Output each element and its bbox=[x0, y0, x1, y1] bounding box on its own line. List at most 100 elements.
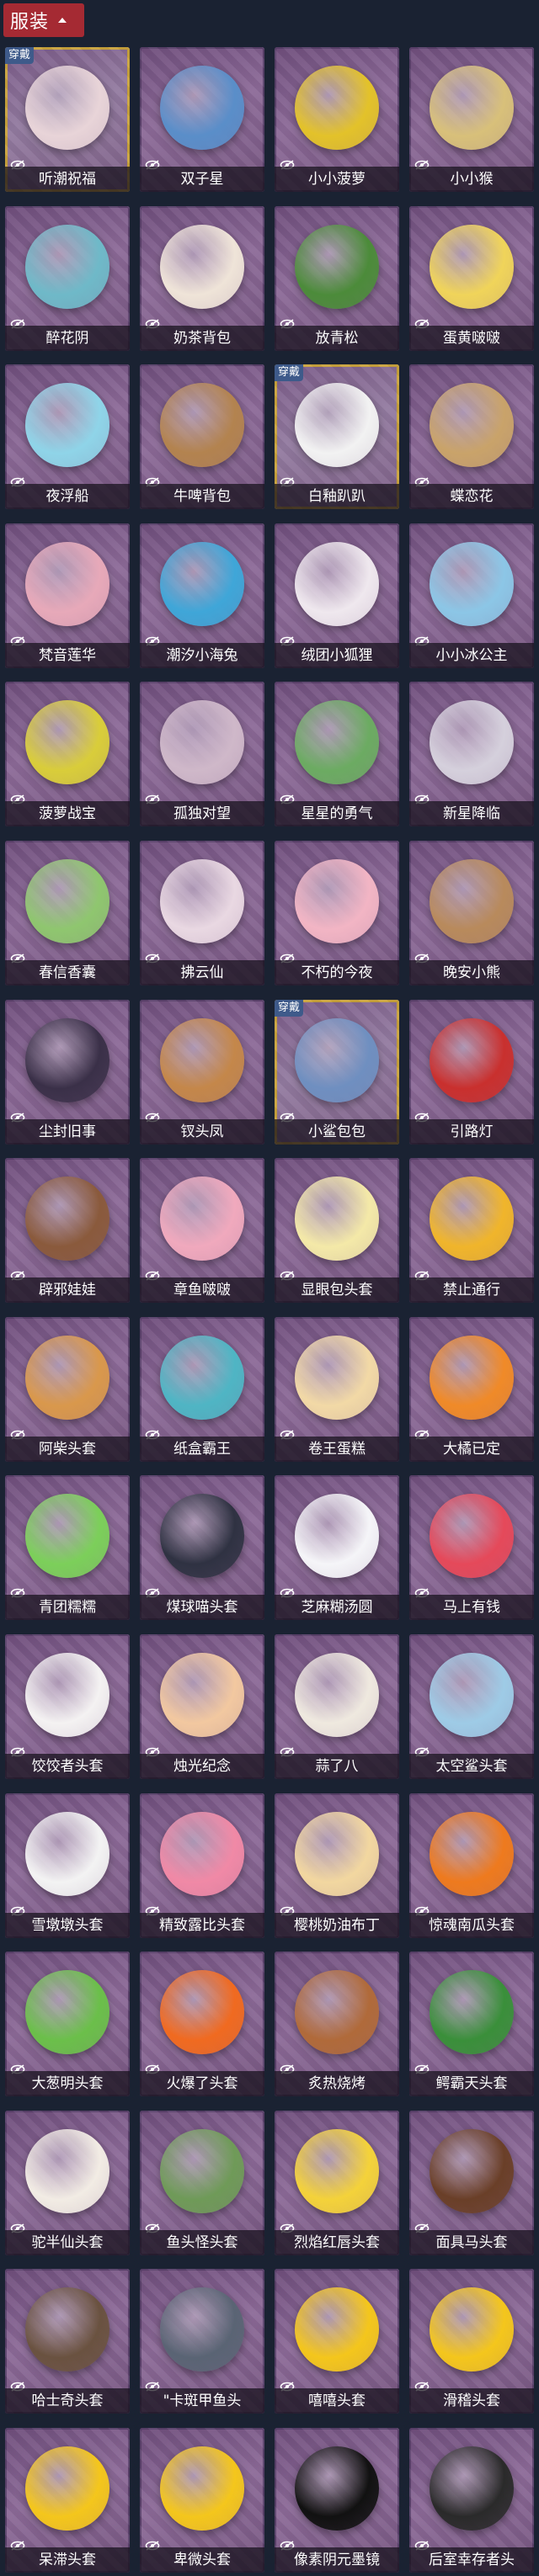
robot-icon bbox=[25, 700, 109, 784]
item-card[interactable]: 潮汐小海兔 bbox=[140, 523, 264, 668]
item-card[interactable]: 辟邪娃娃 bbox=[5, 1158, 130, 1303]
item-name-label: 白釉趴趴 bbox=[275, 484, 399, 509]
item-card[interactable]: 菠萝战宝 bbox=[5, 682, 130, 826]
item-card[interactable]: 樱桃奶油布丁 bbox=[275, 1793, 399, 1938]
item-card[interactable]: 新星降临 bbox=[409, 682, 534, 826]
item-card[interactable]: 绒团小狐狸 bbox=[275, 523, 399, 668]
item-card[interactable]: 双子星 bbox=[140, 47, 264, 192]
green-rice-ball-icon bbox=[25, 1494, 109, 1578]
item-card[interactable]: 放青松 bbox=[275, 206, 399, 351]
category-dropdown-button[interactable]: 服装 bbox=[3, 3, 84, 37]
item-card[interactable]: 烛光纪念 bbox=[140, 1634, 264, 1779]
item-card[interactable]: 卷王蛋糕 bbox=[275, 1317, 399, 1462]
item-card[interactable]: 面具马头套 bbox=[409, 2111, 534, 2255]
item-card[interactable]: 不朽的今夜 bbox=[275, 841, 399, 985]
item-card[interactable]: 蛋黄啵啵 bbox=[409, 206, 534, 351]
item-card[interactable]: 尘封旧事 bbox=[5, 1000, 130, 1145]
item-card[interactable]: 青团糯糯 bbox=[5, 1475, 130, 1620]
item-card[interactable]: 马上有钱 bbox=[409, 1475, 534, 1620]
traffic-cone-icon bbox=[430, 1176, 514, 1261]
item-card[interactable]: 呆滞头套 bbox=[5, 2428, 130, 2573]
item-name-label: 放青松 bbox=[275, 326, 399, 351]
item-name-label: 钗头凤 bbox=[140, 1119, 264, 1145]
item-card[interactable]: 梵音莲华 bbox=[5, 523, 130, 668]
item-card[interactable]: 煤球喵头套 bbox=[140, 1475, 264, 1620]
item-name-label: "卡斑甲鱼头 bbox=[140, 2388, 264, 2414]
item-card[interactable]: 蝶恋花 bbox=[409, 364, 534, 509]
item-card[interactable]: 芝麻糊汤圆 bbox=[275, 1475, 399, 1620]
item-card[interactable]: 鱼头怪头套 bbox=[140, 2111, 264, 2255]
item-name-label: 芝麻糊汤圆 bbox=[275, 1595, 399, 1620]
item-card[interactable]: 春信香囊 bbox=[5, 841, 130, 985]
planet-icon bbox=[295, 700, 379, 784]
item-card[interactable]: 烈焰红唇头套 bbox=[275, 2111, 399, 2255]
item-card[interactable]: 穿戴 白釉趴趴 bbox=[275, 364, 399, 509]
item-card[interactable]: 钗头凤 bbox=[140, 1000, 264, 1145]
item-card[interactable]: 火爆了头套 bbox=[140, 1952, 264, 2096]
item-name-label: 蛋黄啵啵 bbox=[409, 326, 534, 351]
item-card[interactable]: 显眼包头套 bbox=[275, 1158, 399, 1303]
item-card[interactable]: 雪墩墩头套 bbox=[5, 1793, 130, 1938]
item-card[interactable]: 卑微头套 bbox=[140, 2428, 264, 2573]
couple-icon bbox=[160, 700, 244, 784]
item-card[interactable]: 太空鲨头套 bbox=[409, 1634, 534, 1779]
item-card[interactable]: 小小冰公主 bbox=[409, 523, 534, 668]
item-name-label: 青团糯糯 bbox=[5, 1595, 130, 1620]
item-card[interactable]: 奶茶背包 bbox=[140, 206, 264, 351]
item-card[interactable]: 像素阴元墨镜 bbox=[275, 2428, 399, 2573]
sparkle-ghost-icon bbox=[25, 66, 109, 150]
item-card[interactable]: "卡斑甲鱼头 bbox=[140, 2269, 264, 2414]
item-card[interactable]: 禁止通行 bbox=[409, 1158, 534, 1303]
item-card[interactable]: 哈士奇头套 bbox=[5, 2269, 130, 2414]
category-label: 服装 bbox=[10, 12, 50, 33]
item-card[interactable]: 孤独对望 bbox=[140, 682, 264, 826]
item-card[interactable]: 大葱明头套 bbox=[5, 1952, 130, 2096]
pineapple-icon bbox=[295, 66, 379, 150]
item-card[interactable]: 大橘已定 bbox=[409, 1317, 534, 1462]
lantern-icon bbox=[430, 1018, 514, 1102]
pudding-icon bbox=[295, 1812, 379, 1896]
item-card[interactable]: 鳄霸天头套 bbox=[409, 1952, 534, 2096]
item-card[interactable]: 精致露比头套 bbox=[140, 1793, 264, 1938]
item-card[interactable]: 滑稽头套 bbox=[409, 2269, 534, 2414]
item-name-label: 新星降临 bbox=[409, 801, 534, 826]
gas-mask-icon bbox=[430, 2446, 514, 2531]
item-card[interactable]: 蒜了八 bbox=[275, 1634, 399, 1779]
item-card[interactable]: 穿戴 小鲨包包 bbox=[275, 1000, 399, 1145]
item-name-label: 孤独对望 bbox=[140, 801, 264, 826]
item-card[interactable]: 纸盒霸王 bbox=[140, 1317, 264, 1462]
item-name-label: 章鱼啵啵 bbox=[140, 1277, 264, 1303]
item-card[interactable]: 炙热烧烤 bbox=[275, 1952, 399, 2096]
item-card[interactable]: 嘻嘻头套 bbox=[275, 2269, 399, 2414]
item-card[interactable]: 饺饺者头套 bbox=[5, 1634, 130, 1779]
item-name-label: 小鲨包包 bbox=[275, 1119, 399, 1145]
item-card[interactable]: 小小菠萝 bbox=[275, 47, 399, 192]
item-card[interactable]: 醉花阴 bbox=[5, 206, 130, 351]
cat-cup-icon bbox=[295, 859, 379, 943]
item-card[interactable]: 引路灯 bbox=[409, 1000, 534, 1145]
item-card[interactable]: 星星的勇气 bbox=[275, 682, 399, 826]
item-card[interactable]: 小小猴 bbox=[409, 47, 534, 192]
sea-bunny-icon bbox=[160, 542, 244, 626]
item-card[interactable]: 阿柴头套 bbox=[5, 1317, 130, 1462]
item-card[interactable]: 拂云仙 bbox=[140, 841, 264, 985]
item-name-label: 蝶恋花 bbox=[409, 484, 534, 509]
item-card[interactable]: 夜浮船 bbox=[5, 364, 130, 509]
item-name-label: 饺饺者头套 bbox=[5, 1754, 130, 1779]
lotus-fairy-icon bbox=[25, 542, 109, 626]
item-card[interactable]: 后室幸存者头 bbox=[409, 2428, 534, 2573]
item-name-label: 梵音莲华 bbox=[5, 643, 130, 668]
item-card[interactable]: 晚安小熊 bbox=[409, 841, 534, 985]
item-name-label: 小小冰公主 bbox=[409, 643, 534, 668]
item-card[interactable]: 驼半仙头套 bbox=[5, 2111, 130, 2255]
doll-head-icon bbox=[25, 1176, 109, 1261]
item-name-label: 双子星 bbox=[140, 167, 264, 192]
item-card[interactable]: 牛啤背包 bbox=[140, 364, 264, 509]
globe-kid-icon bbox=[160, 66, 244, 150]
item-card[interactable]: 穿戴 听潮祝福 bbox=[5, 47, 130, 192]
item-name-label: 精致露比头套 bbox=[140, 1913, 264, 1938]
bbq-icon bbox=[295, 1970, 379, 2054]
item-card[interactable]: 章鱼啵啵 bbox=[140, 1158, 264, 1303]
item-card[interactable]: 惊魂南瓜头套 bbox=[409, 1793, 534, 1938]
loopy-icon bbox=[160, 1812, 244, 1896]
